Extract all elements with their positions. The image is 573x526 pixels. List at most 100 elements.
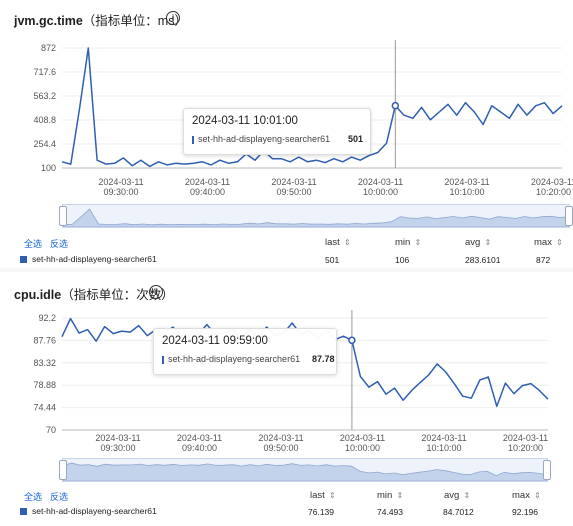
series-marker-icon (162, 355, 164, 364)
sort-max-label: max (512, 490, 530, 501)
x-tick-label: 2024-03-11 (503, 433, 548, 443)
tooltip-time: 2024-03-11 10:01:00 (192, 115, 298, 127)
y-tick-label: 408.8 (33, 115, 56, 125)
select-all-link[interactable]: 全选 (24, 490, 42, 503)
x-tick-label: 09:30:00 (100, 443, 135, 453)
sort-avg-label: avg (465, 237, 481, 248)
brush-preview (63, 462, 547, 481)
sort-avg-header[interactable]: avg ⇕ (465, 237, 491, 248)
sort-min-header[interactable]: min ⇕ (395, 237, 421, 248)
x-tick-label: 10:20:00 (508, 443, 543, 453)
legend-max-value: 92.196 (512, 507, 538, 517)
brush-preview (63, 208, 569, 227)
tooltip-value: 87.78 (312, 354, 335, 364)
sort-last-header[interactable]: last ⇕ (325, 237, 351, 248)
x-tick-label: 2024-03-11 (95, 433, 140, 443)
sort-icon: ⇕ (461, 491, 471, 500)
tooltip-series-name: set-hh-ad-displayeng-searcher61 (198, 134, 331, 144)
legend-avg-value: 84.7012 (443, 507, 474, 517)
y-tick-label: 78.88 (33, 380, 56, 390)
chart-tooltip: 2024-03-11 09:59:00 set-hh-ad-displayeng… (153, 328, 337, 375)
tooltip-value: 501 (348, 134, 364, 144)
sort-max-label: max (534, 237, 552, 248)
time-range-brush[interactable] (62, 204, 570, 228)
legend-row[interactable]: set-hh-ad-displayeng-searcher61 (20, 254, 157, 264)
tooltip-series: set-hh-ad-displayeng-searcher61 (192, 134, 330, 144)
x-tick-label: 10:00:00 (345, 443, 380, 453)
y-tick-label: 74.44 (33, 403, 56, 413)
invert-selection-link[interactable]: 反选 (50, 237, 68, 250)
y-tick-label: 872 (41, 43, 56, 53)
brush-area (63, 208, 569, 227)
sort-last-header[interactable]: last ⇕ (310, 490, 336, 501)
sort-icon: ⇕ (553, 238, 563, 247)
y-tick-label: 563.2 (33, 91, 56, 101)
select-all-link[interactable]: 全选 (24, 237, 42, 250)
sort-last-label: last (310, 490, 325, 501)
sort-icon: ⇕ (394, 491, 404, 500)
legend-avg-value: 283.6101 (465, 255, 501, 265)
metric-panel-cpu-idle: cpu.idle（指标单位：次数） i 92.2 87.76 83.32 78.88 7… (0, 272, 573, 526)
sort-min-label: min (395, 237, 411, 248)
sort-max-header[interactable]: max ⇕ (534, 237, 563, 248)
sort-min-header[interactable]: min ⇕ (377, 490, 403, 501)
series-marker-icon (192, 135, 194, 144)
invert-selection-link[interactable]: 反选 (50, 490, 68, 503)
x-tick-label: 10:10:00 (426, 443, 461, 453)
x-tick-label: 09:50:00 (263, 443, 298, 453)
legend-series-name: set-hh-ad-displayeng-searcher61 (32, 254, 157, 264)
sort-icon: ⇕ (326, 491, 336, 500)
y-tick-label: 70 (46, 425, 56, 435)
x-tick-label: 2024-03-11 (258, 433, 303, 443)
metric-panel-jvm-gc-time: jvm.gc.time（指标单位：ms） i 872 717.6 563.2 408.… (0, 0, 573, 268)
sort-avg-label: avg (444, 490, 460, 501)
y-tick-label: 254.4 (33, 139, 56, 149)
x-tick-label: 10:20:00 (536, 187, 571, 197)
line-chart-jvm-gc-time[interactable]: 872717.6563.2408.8254.41002024-03-1109:3… (0, 0, 573, 200)
sort-icon: ⇕ (341, 238, 351, 247)
x-tick-label: 2024-03-11 (444, 177, 489, 187)
x-tick-label: 2024-03-11 (421, 433, 466, 443)
x-tick-label: 2024-03-11 (531, 177, 573, 187)
x-tick-label: 09:40:00 (190, 187, 225, 197)
x-tick-label: 2024-03-11 (185, 177, 230, 187)
sort-max-header[interactable]: max ⇕ (512, 490, 541, 501)
legend-last-value: 501 (325, 255, 340, 265)
legend-last-value: 76.139 (308, 507, 334, 517)
x-tick-label: 10:00:00 (363, 187, 398, 197)
x-tick-label: 09:30:00 (103, 187, 138, 197)
y-tick-label: 717.6 (33, 67, 56, 77)
sort-avg-header[interactable]: avg ⇕ (444, 490, 470, 501)
tooltip-series-name: set-hh-ad-displayeng-searcher61 (168, 354, 301, 364)
brush-left-handle[interactable] (59, 460, 67, 480)
brush-right-handle[interactable] (543, 460, 551, 480)
brush-area (63, 462, 547, 481)
y-tick-label: 100 (41, 163, 56, 173)
x-tick-label: 10:10:00 (449, 187, 484, 197)
tooltip-time: 2024-03-11 09:59:00 (162, 335, 268, 347)
sort-icon: ⇕ (482, 238, 492, 247)
y-tick-label: 87.76 (33, 335, 56, 345)
sort-last-label: last (325, 237, 340, 248)
legend-series-name: set-hh-ad-displayeng-searcher61 (32, 506, 157, 516)
sort-min-label: min (377, 490, 393, 501)
legend-min-value: 106 (395, 255, 410, 265)
legend-row[interactable]: set-hh-ad-displayeng-searcher61 (20, 506, 157, 516)
legend-color-swatch (20, 256, 27, 264)
brush-right-handle[interactable] (565, 206, 573, 226)
tooltip-series: set-hh-ad-displayeng-searcher61 (162, 354, 300, 364)
time-range-brush[interactable] (62, 458, 548, 482)
x-tick-label: 09:40:00 (182, 443, 217, 453)
highlight-point (348, 336, 356, 345)
legend-min-value: 74.493 (377, 507, 403, 517)
x-tick-label: 2024-03-11 (271, 177, 316, 187)
brush-left-handle[interactable] (59, 206, 67, 226)
x-tick-label: 2024-03-11 (177, 433, 222, 443)
legend-max-value: 872 (536, 255, 551, 265)
chart-tooltip: 2024-03-11 10:01:00 set-hh-ad-displayeng… (183, 108, 371, 155)
x-tick-label: 2024-03-11 (98, 177, 143, 187)
legend-color-swatch (20, 508, 27, 516)
x-tick-label: 2024-03-11 (340, 433, 385, 443)
sort-icon: ⇕ (531, 491, 541, 500)
x-tick-label: 2024-03-11 (358, 177, 403, 187)
